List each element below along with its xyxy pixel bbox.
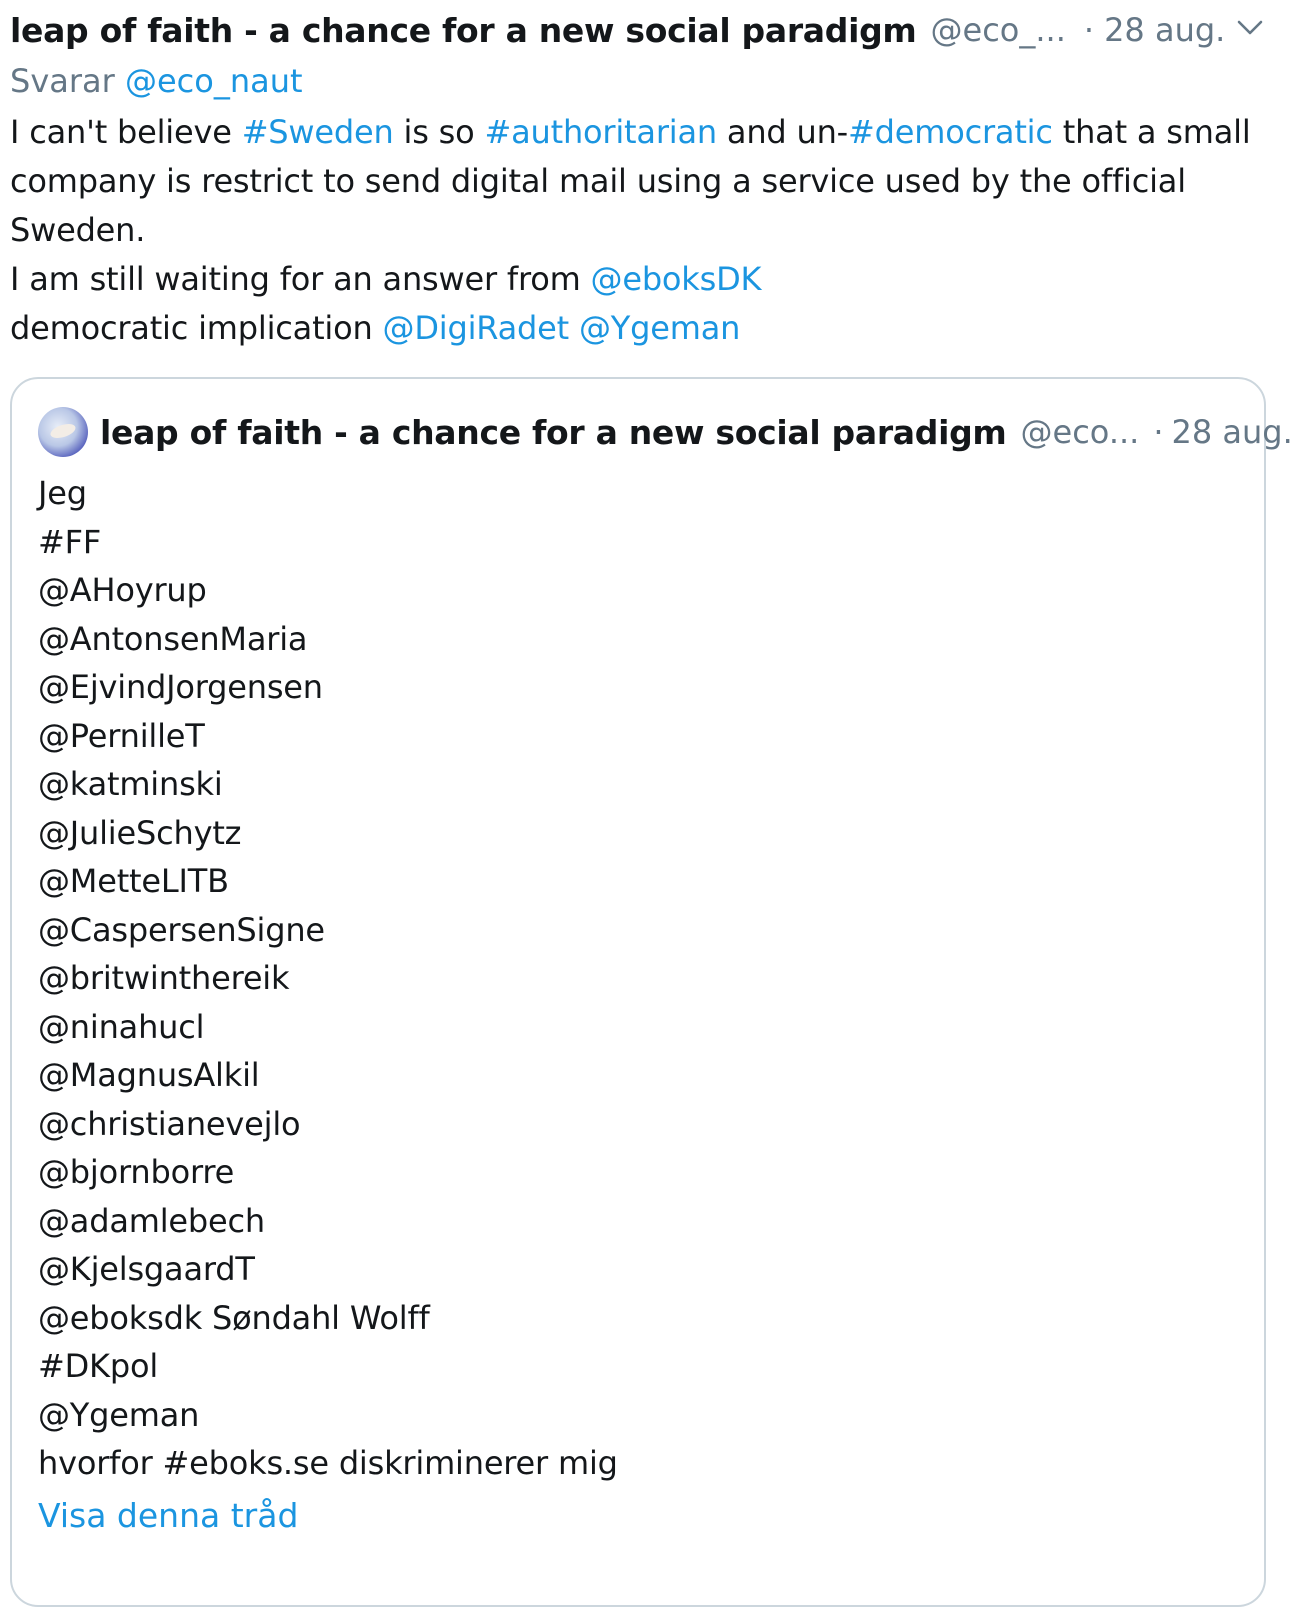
quoted-text-line: @adamlebech <box>38 1197 618 1246</box>
tweet-date[interactable]: 28 aug. <box>1104 11 1225 49</box>
chevron-down-icon[interactable] <box>1236 14 1264 42</box>
quoted-text-line: @JulieSchytz <box>38 809 618 858</box>
quoted-text-line: @MetteLITB <box>38 857 618 906</box>
hashtag-link[interactable]: #authoritarian <box>485 113 717 151</box>
tweet-text-segment: company is restrict to send digital mail… <box>10 162 1186 200</box>
avatar[interactable] <box>38 407 88 457</box>
quoted-text-line: @EjvindJorgensen <box>38 663 618 712</box>
tweet-text-segment: democratic implication <box>10 309 383 347</box>
quoted-tweet-date[interactable]: 28 aug. <box>1172 413 1292 451</box>
quoted-text-line: @AntonsenMaria <box>38 615 618 664</box>
quoted-text-line: #DKpol <box>38 1342 618 1391</box>
quoted-tweet-text: Jeg#FF@AHoyrup@AntonsenMaria@EjvindJorge… <box>38 469 618 1488</box>
quoted-text-line: @ninahucl <box>38 1003 618 1052</box>
quoted-tweet-header: leap of faith - a chance for a new socia… <box>38 405 1292 459</box>
tweet: leap of faith - a chance for a new socia… <box>10 0 1272 353</box>
tweet-text-segment: I am still waiting for an answer from <box>10 260 591 298</box>
mention-link[interactable]: @eboksDK <box>591 260 762 298</box>
quoted-tweet-card[interactable]: leap of faith - a chance for a new socia… <box>10 377 1266 1607</box>
quoted-text-line: hvorfor #eboks.se diskriminerer mig <box>38 1439 618 1488</box>
tweet-text-line: Sweden. <box>10 206 1272 255</box>
hashtag-link[interactable]: #Sweden <box>242 113 394 151</box>
quoted-author-name[interactable]: leap of faith - a chance for a new socia… <box>100 413 1007 452</box>
author-name[interactable]: leap of faith - a chance for a new socia… <box>10 11 917 50</box>
quoted-text-line: @eboksdk Søndahl Wolff <box>38 1294 618 1343</box>
quoted-text-line: @KjelsgaardT <box>38 1245 618 1294</box>
author-handle[interactable]: @eco_... <box>931 11 1066 49</box>
mention-link[interactable]: @DigiRadet <box>383 309 569 347</box>
quoted-text-line: #FF <box>38 518 618 567</box>
quoted-text-line: @AHoyrup <box>38 566 618 615</box>
quoted-text-line: @christianevejlo <box>38 1100 618 1149</box>
tweet-text-segment <box>569 309 579 347</box>
reply-context: Svarar @eco_naut <box>10 56 1272 106</box>
tweet-text-segment: I can't believe <box>10 113 242 151</box>
quoted-text-line: @PernilleT <box>38 712 618 761</box>
tweet-text-segment: that a small <box>1053 113 1251 151</box>
header-separator: · <box>1084 11 1094 49</box>
reply-handle-link[interactable]: @eco_naut <box>125 62 303 100</box>
reply-prefix: Svarar <box>10 62 115 100</box>
tweet-text-segment: is so <box>394 113 485 151</box>
tweet-text: I can't believe #Sweden is so #authorita… <box>10 108 1272 353</box>
tweet-text-line: company is restrict to send digital mail… <box>10 157 1272 206</box>
show-thread-link[interactable]: Visa denna tråd <box>38 1496 298 1535</box>
quoted-text-line: @britwinthereik <box>38 954 618 1003</box>
quoted-text-line: @CaspersenSigne <box>38 906 618 955</box>
quoted-text-line: @MagnusAlkil <box>38 1051 618 1100</box>
tweet-text-line: I am still waiting for an answer from @e… <box>10 255 1272 304</box>
hashtag-link[interactable]: #democratic <box>848 113 1053 151</box>
quoted-text-line: @Ygeman <box>38 1391 618 1440</box>
tweet-text-line: I can't believe #Sweden is so #authorita… <box>10 108 1272 157</box>
quoted-text-line: @bjornborre <box>38 1148 618 1197</box>
tweet-text-segment: Sweden. <box>10 211 145 249</box>
quoted-text-line: @katminski <box>38 760 618 809</box>
quoted-header-separator: · <box>1153 413 1163 451</box>
quoted-text-line: Jeg <box>38 469 618 518</box>
tweet-text-segment: and un- <box>717 113 848 151</box>
quoted-author-handle[interactable]: @eco... <box>1021 413 1140 451</box>
tweet-text-line: democratic implication @DigiRadet @Ygema… <box>10 304 1272 353</box>
tweet-header: leap of faith - a chance for a new socia… <box>10 0 1272 60</box>
mention-link[interactable]: @Ygeman <box>579 309 740 347</box>
